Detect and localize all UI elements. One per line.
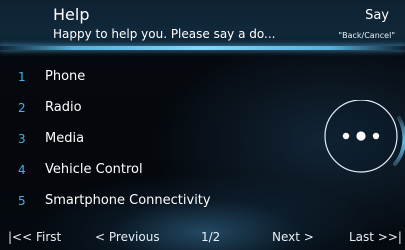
say-label: Say	[365, 8, 389, 23]
help-prompt-text: Happy to help you. Please say a do...	[53, 27, 276, 41]
header-glow-divider	[0, 46, 405, 50]
menu-item-number: 1	[18, 69, 26, 84]
menu-item-number: 2	[18, 100, 26, 115]
menu-item-phone[interactable]: 1 Phone	[0, 61, 300, 92]
menu-item-label: Media	[45, 131, 85, 146]
say-back-cancel-hint: "Back/Cancel"	[338, 31, 395, 40]
help-topic-list: 1 Phone 2 Radio 3 Media 4 Vehicle Contro…	[0, 61, 300, 216]
first-page-button[interactable]: |<< First	[8, 230, 61, 245]
pagination-bar: |<< First < Previous 1/2 Next > Last >>|	[0, 226, 405, 250]
menu-item-label: Radio	[45, 100, 82, 115]
header-bar: Help Happy to help you. Please say a do.…	[0, 0, 405, 50]
menu-item-smartphone-connectivity[interactable]: 5 Smartphone Connectivity	[0, 185, 300, 216]
next-page-button[interactable]: Next >	[272, 230, 314, 245]
voice-listening-dots-icon	[315, 99, 405, 176]
menu-item-number: 3	[18, 131, 26, 146]
menu-item-vehicle-control[interactable]: 4 Vehicle Control	[0, 154, 300, 185]
last-page-button[interactable]: Last >>|	[349, 230, 402, 245]
menu-item-radio[interactable]: 2 Radio	[0, 92, 300, 123]
menu-item-label: Phone	[45, 69, 86, 84]
menu-item-label: Smartphone Connectivity	[45, 193, 211, 208]
help-screen: Help Happy to help you. Please say a do.…	[0, 0, 405, 250]
menu-item-media[interactable]: 3 Media	[0, 123, 300, 154]
page-title: Help	[53, 5, 90, 24]
previous-page-button[interactable]: < Previous	[95, 230, 160, 245]
menu-item-number: 4	[18, 162, 26, 177]
menu-item-label: Vehicle Control	[45, 162, 143, 177]
page-indicator: 1/2	[201, 230, 221, 244]
menu-item-number: 5	[18, 193, 26, 208]
